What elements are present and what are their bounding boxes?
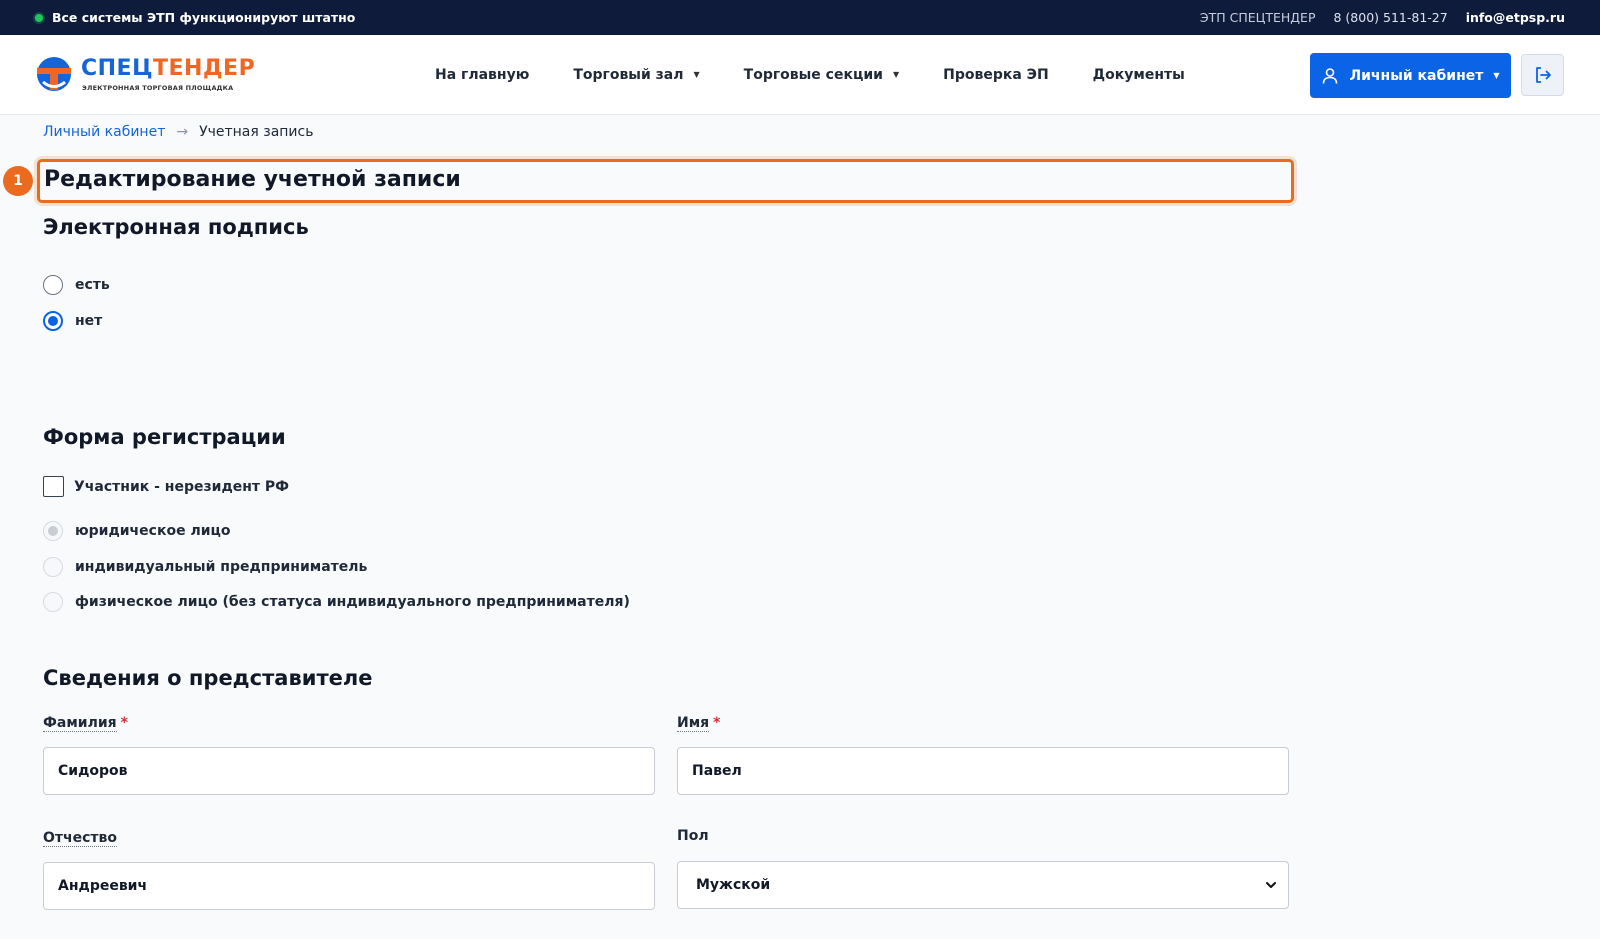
registration-option-entrepreneur[interactable]: индивидуальный предприниматель	[43, 557, 367, 577]
top-status-bar: Все системы ЭТП функционируют штатно ЭТП…	[0, 0, 1600, 35]
main-navigation: На главную Торговый зал ▼ Торговые секци…	[435, 35, 1185, 114]
personal-cabinet-button[interactable]: Личный кабинет ▼	[1310, 53, 1511, 98]
radio-individual[interactable]	[43, 592, 63, 612]
gender-select[interactable]: Мужской	[677, 861, 1289, 909]
patronymic-label-text: Отчество	[43, 830, 118, 847]
logo-mark-icon	[37, 57, 71, 91]
page-title: Редактирование учетной записи	[44, 167, 461, 192]
logo-part-2: ТЕНДЕР	[153, 56, 256, 81]
logout-button[interactable]	[1521, 54, 1564, 96]
title-highlight: Редактирование учетной записи	[37, 159, 1294, 203]
required-mark: *	[120, 715, 128, 731]
radio-no[interactable]	[43, 311, 63, 331]
first-name-label: Имя *	[677, 715, 721, 732]
radio-yes[interactable]	[43, 275, 63, 295]
signature-option-yes-label: есть	[75, 277, 110, 293]
nav-trading-hall[interactable]: Торговый зал ▼	[573, 67, 699, 83]
gender-label: Пол	[677, 828, 709, 844]
signature-option-yes[interactable]: есть	[43, 275, 110, 295]
support-phone[interactable]: 8 (800) 511-81-27	[1333, 10, 1447, 25]
patronymic-label: Отчество	[43, 830, 118, 847]
signature-option-no-label: нет	[75, 313, 103, 329]
system-status: Все системы ЭТП функционируют штатно	[35, 0, 355, 35]
signature-heading: Электронная подпись	[43, 215, 309, 239]
last-name-label-text: Фамилия	[43, 715, 117, 732]
nav-home-label: На главную	[435, 66, 530, 83]
nav-trading-sections-label: Торговые секции	[743, 66, 883, 83]
radio-legal-entity[interactable]	[43, 521, 63, 541]
nav-trading-hall-label: Торговый зал	[573, 66, 684, 83]
registration-option-individual[interactable]: физическое лицо (без статуса индивидуаль…	[43, 592, 630, 612]
logout-icon	[1535, 67, 1551, 83]
platform-name: ЭТП СПЕЦТЕНДЕР	[1199, 10, 1316, 25]
first-name-label-text: Имя	[677, 715, 710, 732]
registration-option-legal-entity[interactable]: юридическое лицо	[43, 521, 231, 541]
caret-down-icon: ▼	[693, 70, 700, 79]
caret-down-icon: ▼	[892, 70, 900, 79]
chevron-down-icon	[1266, 882, 1276, 888]
caret-down-icon: ▼	[1493, 71, 1500, 80]
nonresident-checkbox-row[interactable]: Участник - нерезидент РФ	[43, 476, 289, 497]
system-status-text: Все системы ЭТП функционируют штатно	[52, 10, 356, 25]
registration-heading: Форма регистрации	[43, 425, 286, 449]
breadcrumb-current: Учетная запись	[199, 124, 314, 140]
last-name-input[interactable]	[43, 747, 655, 795]
logo-tagline: ЭЛЕКТРОННАЯ ТОРГОВАЯ ПЛОЩАДКА	[82, 84, 234, 92]
first-name-input[interactable]	[677, 747, 1289, 795]
logo-part-1: СПЕЦ	[81, 56, 153, 81]
breadcrumb-cabinet-link[interactable]: Личный кабинет	[43, 124, 165, 140]
nav-home[interactable]: На главную	[435, 67, 529, 83]
nav-ep-check-label: Проверка ЭП	[943, 66, 1049, 83]
last-name-label: Фамилия *	[43, 715, 128, 732]
logo-wordmark: СПЕЦТЕНДЕР	[81, 56, 255, 81]
nav-ep-check[interactable]: Проверка ЭП	[943, 67, 1049, 83]
status-indicator-icon	[35, 13, 43, 22]
gender-selected-value: Мужской	[696, 877, 771, 893]
legal-entity-label: юридическое лицо	[75, 523, 231, 539]
nav-documents-label: Документы	[1092, 66, 1185, 83]
entrepreneur-label: индивидуальный предприниматель	[75, 559, 368, 575]
user-icon	[1323, 67, 1338, 84]
individual-label: физическое лицо (без статуса индивидуаль…	[75, 594, 630, 610]
gender-label-text: Пол	[677, 828, 709, 844]
required-mark: *	[713, 715, 721, 731]
breadcrumb-arrow-icon: →	[176, 124, 189, 140]
signature-option-no[interactable]: нет	[43, 311, 102, 331]
support-email[interactable]: info@etpsp.ru	[1466, 10, 1565, 25]
topbar-contacts: ЭТП СПЕЦТЕНДЕР 8 (800) 511-81-27 info@et…	[1200, 0, 1565, 35]
representative-heading: Сведения о представителе	[43, 666, 373, 690]
main-header: СПЕЦТЕНДЕР ЭЛЕКТРОННАЯ ТОРГОВАЯ ПЛОЩАДКА…	[0, 35, 1600, 115]
site-logo[interactable]: СПЕЦТЕНДЕР ЭЛЕКТРОННАЯ ТОРГОВАЯ ПЛОЩАДКА	[35, 53, 275, 95]
patronymic-input[interactable]	[43, 862, 655, 910]
nonresident-checkbox[interactable]	[43, 476, 64, 497]
personal-cabinet-label: Личный кабинет	[1349, 67, 1484, 84]
nonresident-label: Участник - нерезидент РФ	[74, 478, 290, 495]
breadcrumb: Личный кабинет → Учетная запись	[43, 124, 313, 140]
nav-documents[interactable]: Документы	[1093, 67, 1185, 83]
radio-entrepreneur[interactable]	[43, 557, 63, 577]
nav-trading-sections[interactable]: Торговые секции ▼	[744, 67, 899, 83]
step-badge: 1	[3, 166, 33, 196]
